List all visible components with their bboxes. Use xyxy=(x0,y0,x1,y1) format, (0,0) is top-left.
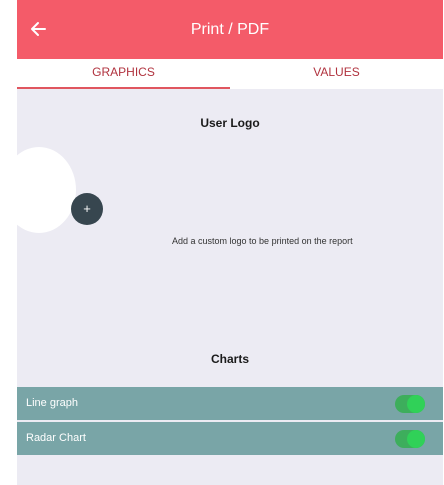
radar-chart-label: Radar Chart xyxy=(26,432,86,444)
user-logo-heading: User Logo xyxy=(200,116,260,130)
chart-row-line-graph: Line graph xyxy=(17,387,443,420)
tab-graphics-label: GRAPHICS xyxy=(92,65,155,79)
page-title: Print / PDF xyxy=(190,21,270,38)
logo-hint-text: Add a custom logo to be printed on the r… xyxy=(172,236,353,246)
toggle-knob xyxy=(407,395,425,413)
tab-values[interactable]: VALUES xyxy=(230,59,443,89)
tab-graphics[interactable]: GRAPHICS xyxy=(17,59,230,89)
logo-placeholder[interactable] xyxy=(17,147,76,233)
toggle-knob xyxy=(407,430,425,448)
charts-heading: Charts xyxy=(210,352,249,366)
tab-values-label: VALUES xyxy=(313,65,360,79)
line-graph-toggle[interactable] xyxy=(395,395,425,413)
radar-chart-toggle[interactable] xyxy=(395,430,425,448)
add-logo-button[interactable]: + xyxy=(71,193,103,225)
chart-row-radar-chart: Radar Chart xyxy=(17,422,443,455)
active-tab-indicator xyxy=(17,87,230,89)
line-graph-label: Line graph xyxy=(26,397,78,409)
app-header: Print / PDF xyxy=(17,0,443,59)
tab-bar: GRAPHICS VALUES xyxy=(17,59,443,89)
print-pdf-screen: Print / PDF GRAPHICS VALUES User Logo + … xyxy=(17,0,443,485)
